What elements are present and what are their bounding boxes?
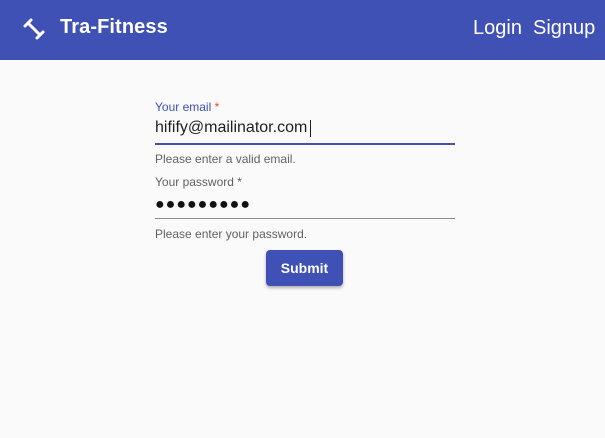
password-required-mark: *: [237, 175, 242, 189]
email-label: Your email *: [155, 100, 219, 114]
email-underline: [155, 143, 455, 145]
text-caret: [310, 120, 311, 137]
password-label: Your password *: [155, 175, 242, 189]
app-title: Tra-Fitness: [60, 16, 168, 38]
dumbbell-icon: [22, 17, 46, 41]
password-input[interactable]: ●●●●●●●●●: [155, 195, 251, 215]
email-required-mark: *: [214, 100, 220, 114]
password-label-text: Your password: [155, 175, 234, 189]
login-link[interactable]: Login: [473, 16, 522, 40]
email-input[interactable]: [155, 116, 455, 140]
app-bar: Tra-Fitness Login Signup: [0, 0, 605, 60]
email-label-text: Your email: [155, 100, 212, 114]
password-hint: Please enter your password.: [155, 227, 308, 241]
submit-button[interactable]: Submit: [266, 250, 343, 286]
password-underline: [155, 218, 455, 219]
email-hint: Please enter a valid email.: [155, 152, 296, 166]
signup-link[interactable]: Signup: [533, 16, 595, 40]
